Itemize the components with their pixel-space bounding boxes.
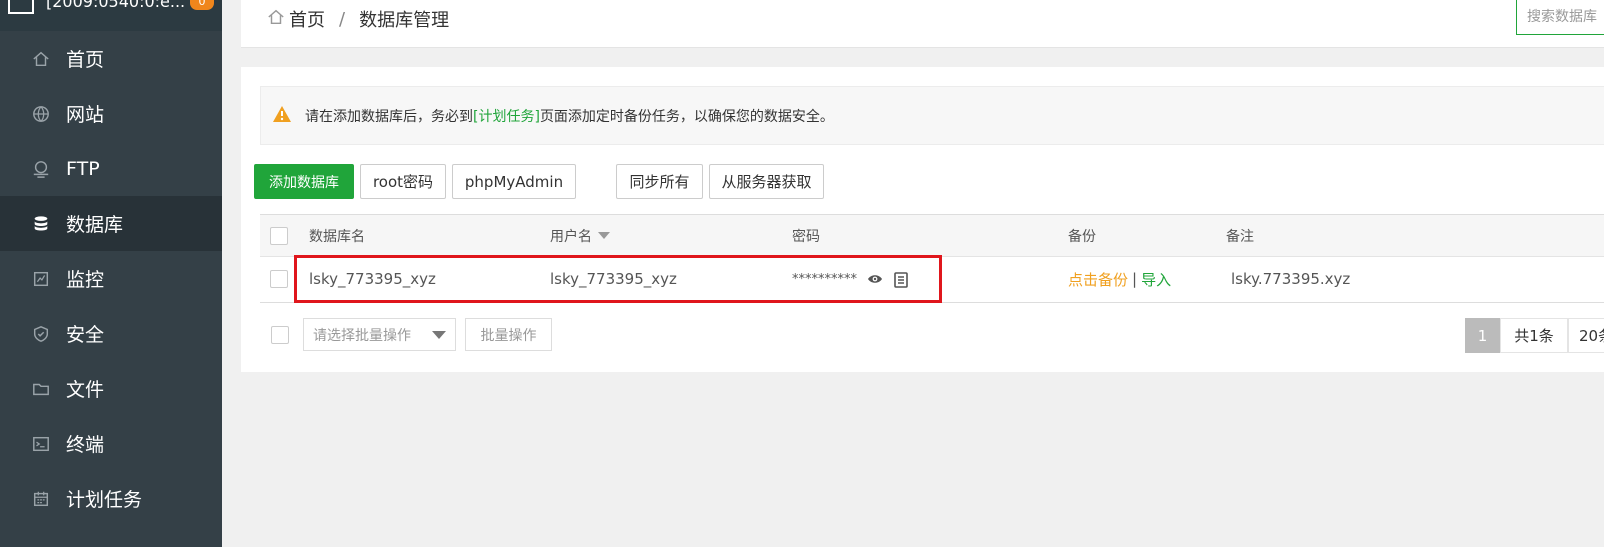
alert-text-after: 页面添加定时备份任务，以确保您的数据安全。 [539,108,834,125]
table-header: 数据库名 用户名 密码 备份 备注 [260,214,1604,257]
column-username-label: 用户名 [550,228,592,245]
column-password: 密码 [792,228,820,245]
page-size-select[interactable]: 20条 [1568,318,1604,353]
sidebar-item-terminal[interactable]: 终端 [0,416,222,471]
breadcrumb-home[interactable]: 首页 [289,6,325,32]
sidebar-item-database[interactable]: 数据库 [0,196,222,251]
fetch-from-server-button[interactable]: 从服务器获取 [709,164,824,199]
import-link[interactable]: 导入 [1141,269,1171,290]
backup-cell: 点击备份 | 导入 [1068,256,1171,302]
row-checkbox[interactable] [270,256,288,302]
sidebar-item-label: 安全 [66,324,105,346]
highlight-box [294,255,942,303]
sidebar-nav: 首页 网站 FTP 数据库 监控 安全 文件 终端 计划任务 [0,31,222,526]
notification-badge[interactable]: 0 [190,0,214,10]
sidebar-item-label: 文件 [66,379,105,401]
sidebar-item-cron[interactable]: 计划任务 [0,471,222,526]
monitor-icon [8,0,34,14]
page-number[interactable]: 1 [1465,318,1500,353]
header-bar: 首页 / 数据库管理 搜索数据库 [241,0,1604,48]
terminal-icon [31,434,51,454]
add-database-button[interactable]: 添加数据库 [254,164,354,199]
sort-icon[interactable] [598,232,610,239]
sidebar-item-label: 计划任务 [66,489,143,511]
breadcrumb: 首页 / 数据库管理 [267,6,449,32]
monitor-icon [31,269,51,289]
home-icon[interactable] [267,8,285,31]
root-password-button[interactable]: root密码 [360,164,446,199]
batch-select[interactable]: 请选择批量操作 [303,318,456,351]
backup-separator: | [1132,270,1138,288]
column-backup: 备份 [1068,228,1096,245]
server-name: [2009:0540:0:e... [46,0,186,11]
sidebar-item-security[interactable]: 安全 [0,306,222,361]
batch-select-placeholder: 请选择批量操作 [313,327,411,344]
phpmyadmin-button[interactable]: phpMyAdmin [452,164,576,199]
total-count: 共1条 [1500,318,1568,353]
calendar-icon [31,489,51,509]
select-all-checkbox[interactable] [270,215,288,256]
sidebar-item-website[interactable]: 网站 [0,86,222,141]
shield-icon [31,324,51,344]
sidebar-item-label: 首页 [66,49,105,71]
sidebar-item-ftp[interactable]: FTP [0,141,222,196]
warning-alert: 请在添加数据库后，务必到 [计划任务] 页面添加定时备份任务，以确保您的数据安全… [260,86,1604,145]
chevron-down-icon [432,331,446,339]
column-username[interactable]: 用户名 [550,215,610,256]
sidebar-item-home[interactable]: 首页 [0,31,222,86]
database-icon [31,214,51,234]
sidebar-item-label: 数据库 [66,214,124,236]
sync-all-button[interactable]: 同步所有 [616,164,703,199]
folder-icon [31,379,51,399]
sidebar-item-files[interactable]: 文件 [0,361,222,416]
breadcrumb-separator: / [339,8,346,30]
globe-icon [31,104,51,124]
column-note: 备注 [1226,228,1254,245]
sidebar-item-label: 网站 [66,104,105,126]
ftp-icon [31,159,51,179]
sidebar-item-monitor[interactable]: 监控 [0,251,222,306]
sidebar-item-label: 监控 [66,269,105,291]
sidebar-item-label: FTP [66,157,100,180]
server-header[interactable]: [2009:0540:0:e... 0 [0,0,222,31]
home-icon [31,49,51,69]
cron-task-link[interactable]: [计划任务] [473,106,540,126]
warning-icon [272,105,292,127]
note-cell[interactable]: lsky.773395.xyz [1231,256,1350,302]
breadcrumb-current: 数据库管理 [359,10,450,31]
sidebar: [2009:0540:0:e... 0 首页 网站 FTP 数据库 监控 安全 … [0,0,222,547]
batch-operation-button[interactable]: 批量操作 [465,318,552,351]
alert-text-before: 请在添加数据库后，务必到 [305,108,473,125]
sidebar-item-label: 终端 [66,434,105,456]
search-input[interactable]: 搜索数据库 [1516,0,1604,35]
column-db-name: 数据库名 [309,228,365,245]
footer-checkbox[interactable] [271,326,289,344]
backup-link[interactable]: 点击备份 [1068,269,1128,290]
